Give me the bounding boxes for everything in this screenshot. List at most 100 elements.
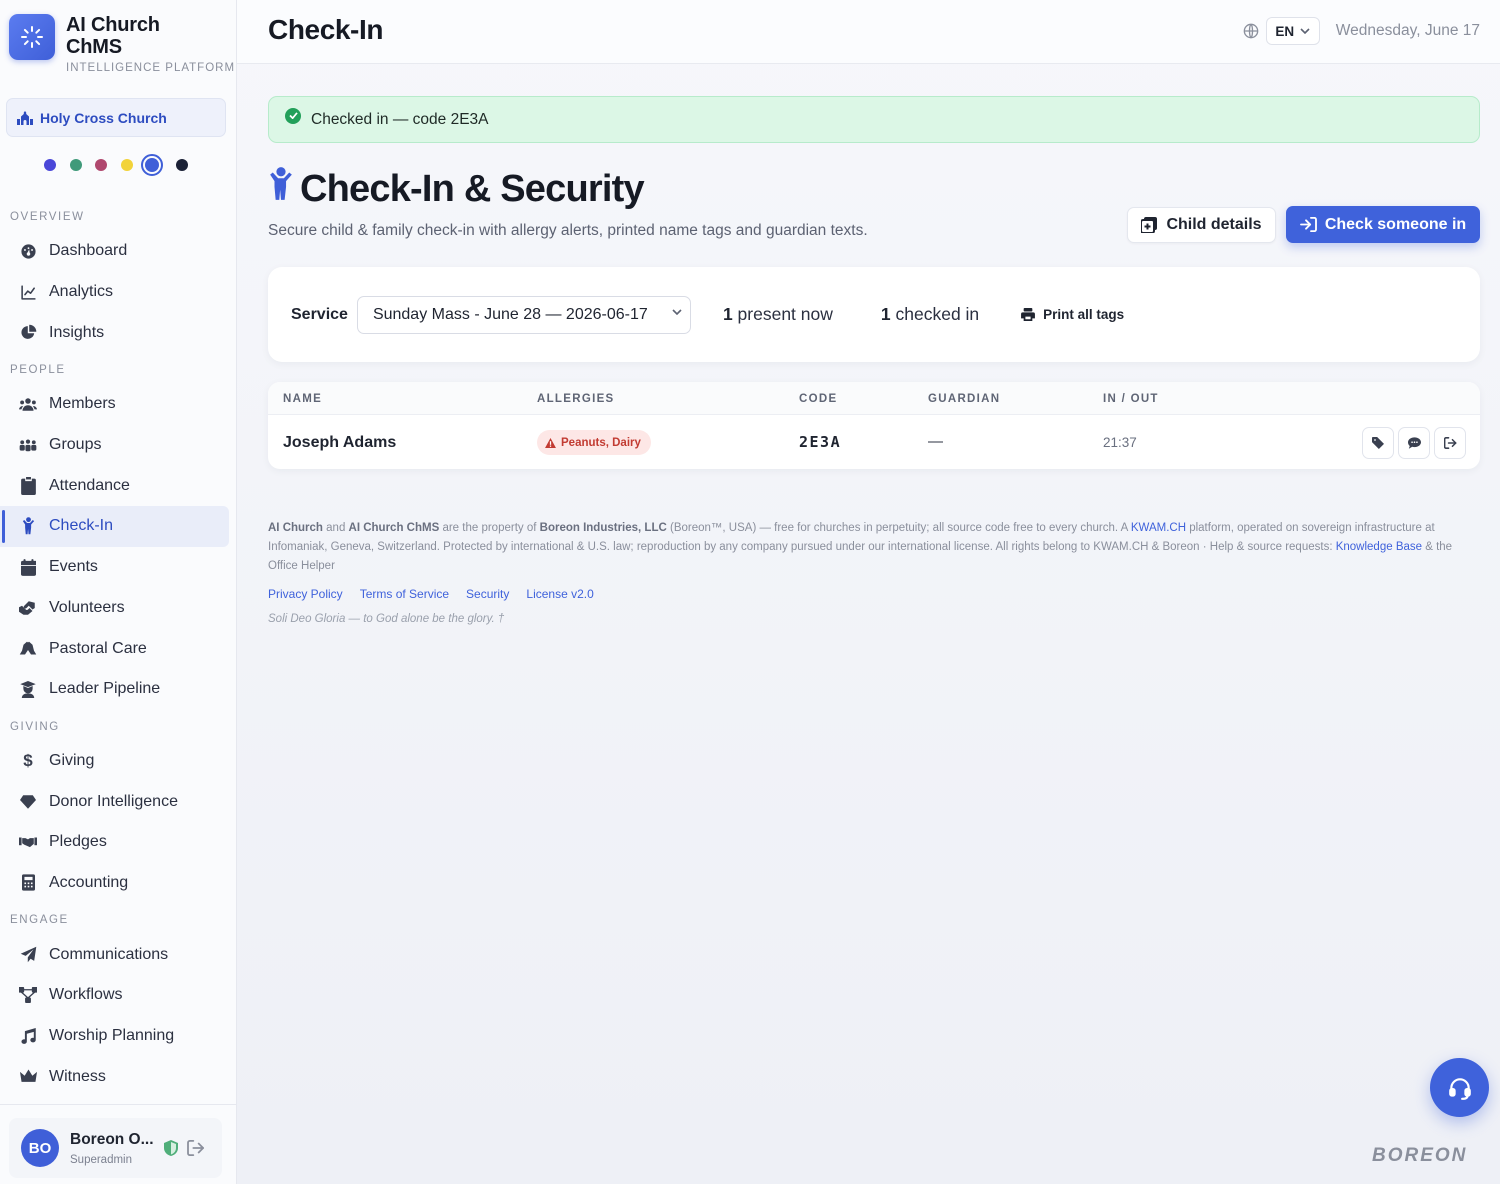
paper-plane-icon (19, 946, 37, 964)
kwam-link[interactable]: KWAM.CH (1131, 522, 1186, 534)
theme-swatch-dark[interactable] (176, 159, 188, 171)
check-someone-in-button[interactable]: Check someone in (1286, 206, 1480, 243)
nav-item-communications[interactable]: Communications (0, 934, 236, 975)
present-label: present now (737, 304, 833, 324)
section-title: Check-In & Security (268, 166, 645, 212)
brand[interactable]: AI Church ChMS INTELLIGENCE PLATFORM (9, 14, 235, 74)
logout-icon[interactable] (187, 1140, 205, 1156)
nav-item-analytics[interactable]: Analytics (0, 272, 236, 313)
knowledge-base-link[interactable]: Knowledge Base (1336, 541, 1422, 553)
nav-item-worship-planning[interactable]: Worship Planning (0, 1016, 236, 1057)
text-guardian-button[interactable] (1398, 427, 1430, 459)
nav-item-volunteers[interactable]: Volunteers (0, 588, 236, 629)
alert-text: Checked in — code 2E3A (311, 110, 489, 128)
nav-item-accounting[interactable]: Accounting (0, 863, 236, 904)
section-title-text: Check-In & Security (300, 167, 645, 210)
footer-text: and (322, 522, 349, 534)
praying-hands-icon (19, 640, 37, 658)
nav-item-giving[interactable]: $ Giving (0, 741, 236, 782)
check-someone-in-label: Check someone in (1324, 215, 1467, 233)
print-tag-button[interactable] (1362, 427, 1394, 459)
guardian-value: — (928, 433, 943, 450)
privacy-policy-link[interactable]: Privacy Policy (268, 587, 343, 601)
nav-item-check-in[interactable]: Check-In (0, 506, 229, 547)
shield-icon[interactable] (164, 1140, 178, 1156)
nav-label: Dashboard (49, 242, 128, 260)
checked-count: 1 (880, 304, 891, 324)
nav-label: Leader Pipeline (49, 680, 161, 698)
footer-brand: AI Church ChMS (348, 522, 440, 534)
present-count: 1 (722, 304, 733, 324)
nav-label: Workflows (49, 986, 123, 1004)
gem-icon (19, 793, 37, 811)
nav-label: Analytics (49, 283, 114, 301)
brand-title-line2: ChMS (66, 36, 122, 58)
theme-swatch-green[interactable] (69, 159, 82, 171)
pie-chart-icon (19, 324, 37, 342)
license-link[interactable]: License v2.0 (526, 587, 593, 601)
nav-item-leader-pipeline[interactable]: Leader Pipeline (0, 669, 236, 710)
boreon-logo: BOREON (1372, 1145, 1468, 1166)
nav-label: Attendance (49, 476, 130, 494)
service-select[interactable]: Sunday Mass - June 28 — 2026-06-17 (356, 295, 691, 334)
nav-item-attendance[interactable]: Attendance (0, 465, 236, 506)
line-chart-icon (19, 283, 37, 301)
sign-in-icon (1299, 217, 1317, 232)
child-details-label: Child details (1166, 216, 1262, 233)
church-switcher[interactable]: Holy Cross Church (6, 98, 226, 137)
theme-swatch-blue-selected[interactable] (141, 154, 163, 176)
theme-swatch-rose[interactable] (95, 159, 107, 171)
sign-out-icon (1443, 437, 1456, 449)
nav-item-events[interactable]: Events (0, 547, 236, 588)
footer-motto: Soli Deo Gloria — to God alone be the gl… (268, 613, 505, 625)
theme-swatch-yellow[interactable] (120, 159, 133, 171)
checked-in-stat: 1 checked in (881, 304, 979, 325)
security-link[interactable]: Security (466, 587, 509, 601)
nav-item-members[interactable]: Members (0, 384, 236, 425)
comment-icon (1407, 437, 1421, 449)
nav-item-witness[interactable]: Witness (0, 1056, 236, 1097)
main-nav: OVERVIEW Dashboard Analytics Insights PE… (0, 200, 236, 1097)
hands-helping-icon (19, 599, 37, 617)
user-card[interactable]: BO Boreon O... Superadmin (9, 1118, 222, 1178)
check-out-button[interactable] (1434, 427, 1466, 459)
nav-item-donor-intelligence[interactable]: Donor Intelligence (0, 781, 236, 822)
column-header-in-out: IN / OUT (1103, 393, 1159, 405)
theme-swatch-indigo[interactable] (44, 159, 56, 171)
calculator-icon (19, 874, 37, 892)
support-chat-button[interactable] (1430, 1058, 1489, 1117)
nav-item-workflows[interactable]: Workflows (0, 975, 236, 1016)
sidebar-divider (0, 1104, 236, 1105)
nav-section-giving: GIVING (10, 720, 60, 733)
clipboard-check-icon (19, 476, 37, 495)
success-alert: Checked in — code 2E3A (268, 96, 1480, 143)
church-name: Holy Cross Church (40, 109, 167, 126)
nav-item-pledges[interactable]: Pledges (0, 822, 236, 863)
topbar: Check-In EN Wednesday, June 17 (237, 0, 1500, 64)
church-icon (17, 110, 33, 125)
checked-label: checked in (895, 304, 980, 324)
print-all-tags-button[interactable]: Print all tags (1021, 307, 1124, 322)
sidebar: AI Church ChMS INTELLIGENCE PLATFORM Hol… (0, 0, 237, 1184)
nav-label: Members (49, 395, 116, 413)
music-icon (19, 1027, 37, 1045)
terms-link[interactable]: Terms of Service (360, 587, 449, 601)
nav-label: Pastoral Care (49, 639, 147, 657)
nav-label: Check-In (49, 517, 114, 535)
table-header: NAME ALLERGIES CODE GUARDIAN IN / OUT (268, 382, 1480, 415)
nav-label: Worship Planning (49, 1027, 175, 1045)
nav-label: Insights (49, 323, 105, 341)
nav-item-dashboard[interactable]: Dashboard (0, 231, 236, 272)
nav-section-people: PEOPLE (10, 364, 66, 377)
nav-item-insights[interactable]: Insights (0, 312, 236, 353)
users-icon (19, 395, 37, 413)
crown-icon (19, 1068, 37, 1086)
print-all-tags-label: Print all tags (1043, 307, 1125, 322)
page-title: Check-In (268, 14, 384, 45)
child-details-button[interactable]: Child details (1127, 207, 1276, 243)
language-select[interactable]: EN (1265, 17, 1320, 45)
nav-item-pastoral-care[interactable]: Pastoral Care (0, 628, 236, 669)
current-date: Wednesday, June 17 (1335, 22, 1480, 39)
column-header-name: NAME (283, 393, 323, 405)
nav-item-groups[interactable]: Groups (0, 425, 236, 466)
